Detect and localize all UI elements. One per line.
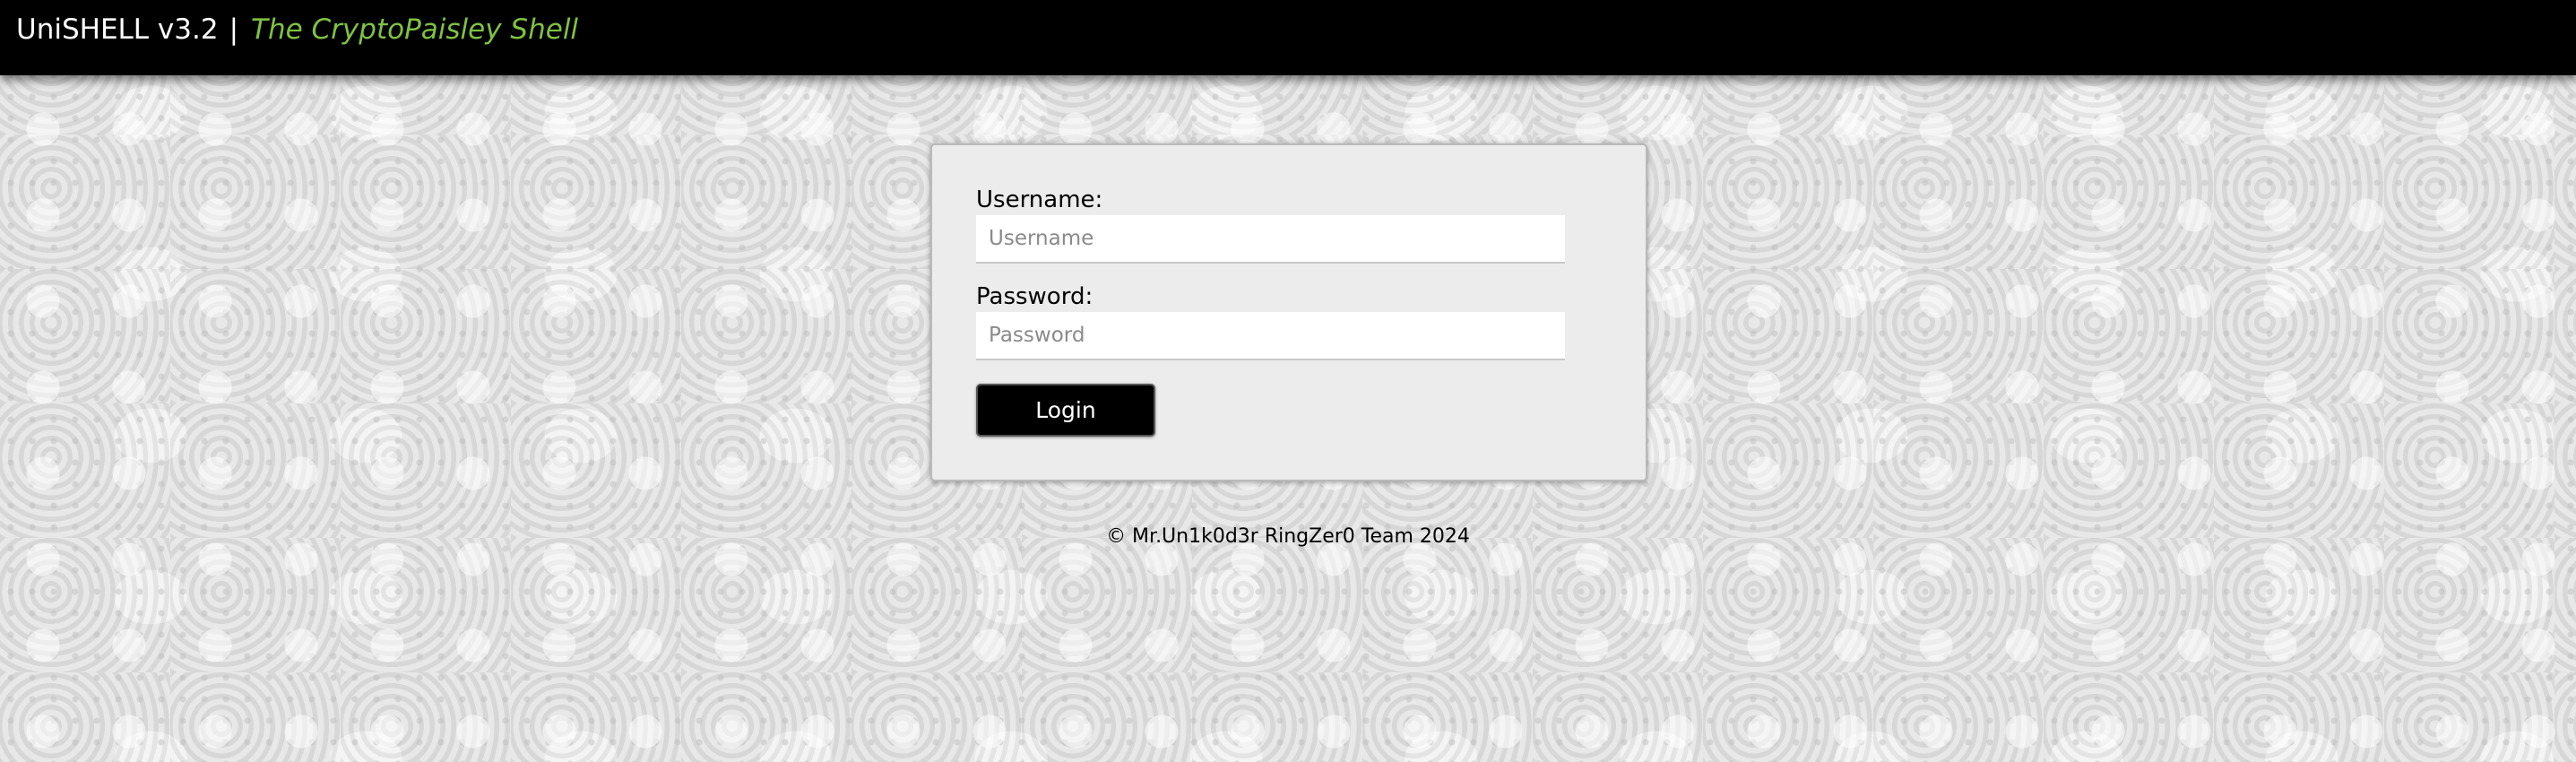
username-label: Username: <box>976 186 1103 213</box>
password-label: Password: <box>976 283 1094 310</box>
brand: UniSHELL v3.2 | The CryptoPaisley Shell <box>16 13 579 46</box>
username-input[interactable] <box>976 215 1565 264</box>
login-button[interactable]: Login <box>976 384 1155 437</box>
brand-separator: | <box>229 13 239 46</box>
app-name: UniSHELL v3.2 <box>16 13 219 46</box>
app-tagline: The CryptoPaisley Shell <box>251 13 579 46</box>
password-input[interactable] <box>976 312 1565 360</box>
login-panel: Username: Password: Login <box>930 143 1647 481</box>
copyright-footer: © Mr.Un1k0d3r RingZer0 Team 2024 <box>1106 525 1470 548</box>
top-bar: UniSHELL v3.2 | The CryptoPaisley Shell <box>0 0 2576 75</box>
